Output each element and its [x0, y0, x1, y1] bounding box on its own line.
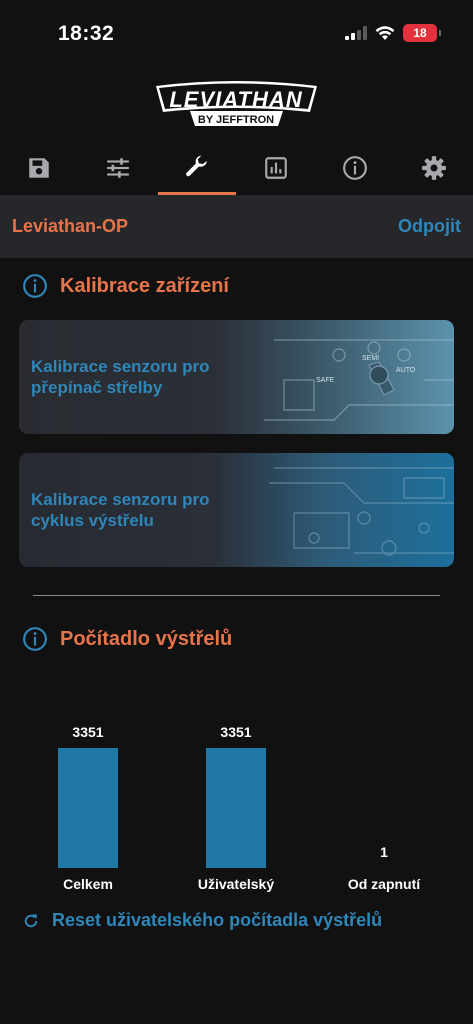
tab-info[interactable] — [315, 140, 394, 195]
device-bar: Leviathan-OP Odpojit — [0, 195, 473, 258]
tab-statistics[interactable] — [236, 140, 315, 195]
main-tab-bar — [0, 140, 473, 195]
shot-counter-title: Počítadlo výstřelů — [60, 627, 233, 650]
chart-category-label: Od zapnutí — [347, 876, 421, 892]
device-name: Leviathan-OP — [12, 216, 129, 236]
chart-bar-value: 3351 — [72, 724, 104, 740]
bar-chart-icon — [265, 156, 287, 179]
chart-bar-value: 3351 — [220, 724, 252, 740]
calibration-info-icon[interactable] — [22, 273, 48, 299]
gear-icon — [421, 155, 446, 180]
reset-label: Reset uživatelského počítadla výstřelů — [52, 910, 383, 930]
disconnect-button[interactable]: Odpojit — [398, 216, 461, 237]
card-label-line2: přepínač střelby — [31, 378, 163, 397]
tab-save[interactable] — [0, 140, 79, 195]
calibration-header: Kalibrace zařízení — [22, 273, 229, 299]
shot-counter-header: Počítadlo výstřelů — [22, 626, 232, 652]
cellular-signal-icon — [345, 26, 367, 40]
logo-title: LEVIATHAN — [169, 87, 302, 112]
tab-settings-sliders[interactable] — [79, 140, 158, 195]
wifi-icon — [375, 25, 395, 40]
safe-label: SAFE — [316, 377, 335, 384]
info-icon — [342, 155, 367, 180]
chart-category-label: Celkem — [63, 876, 113, 892]
sliders-icon — [107, 157, 130, 178]
shot-cycle-calibration-card[interactable]: Kalibrace senzoru pro cyklus výstřelu — [19, 453, 454, 567]
fire-selector-calibration-card[interactable]: SAFE SEMI AUTO Kalibrace senzoru pro pře… — [19, 320, 454, 434]
calibration-title: Kalibrace zařízení — [60, 274, 229, 297]
section-divider — [33, 595, 440, 596]
battery-indicator: 18 — [403, 24, 441, 42]
leviathan-logo: LEVIATHAN BY JEFFTRON — [156, 81, 317, 126]
fire-selector-illustration: SAFE SEMI AUTO — [264, 339, 454, 421]
chart-bar — [206, 748, 266, 868]
card-label-line1: Kalibrace senzoru pro — [31, 357, 210, 376]
status-time: 18:32 — [58, 22, 115, 45]
status-bar: 18:32 18 — [0, 0, 473, 70]
auto-label: AUTO — [396, 367, 416, 374]
card-label-line1: Kalibrace senzoru pro — [31, 490, 210, 509]
card-label: Kalibrace senzoru pro přepínač střelby — [31, 356, 271, 398]
tab-settings[interactable] — [394, 140, 473, 195]
logo-subtitle: BY JEFFTRON — [198, 114, 274, 126]
tab-tools[interactable] — [157, 140, 237, 195]
gearbox-illustration — [269, 467, 454, 556]
chart-category-label: Uživatelský — [197, 876, 275, 892]
save-icon — [29, 157, 50, 178]
chart-bar — [58, 748, 118, 868]
chart-bar-value: 1 — [380, 844, 388, 860]
status-icons: 18 — [345, 24, 441, 42]
semi-label: SEMI — [362, 355, 379, 362]
refresh-icon — [24, 913, 38, 927]
reset-user-counter-button[interactable]: Reset uživatelského počítadla výstřelů — [22, 910, 382, 931]
card-label: Kalibrace senzoru pro cyklus výstřelu — [31, 489, 271, 531]
wrench-icon — [186, 155, 207, 176]
card-label-line2: cyklus výstřelu — [31, 511, 154, 530]
battery-level: 18 — [413, 26, 427, 40]
counter-info-icon[interactable] — [22, 626, 48, 652]
shot-counter-chart: 3351 Celkem 3351 Uživatelský 1 Od zapnutí — [0, 700, 473, 900]
